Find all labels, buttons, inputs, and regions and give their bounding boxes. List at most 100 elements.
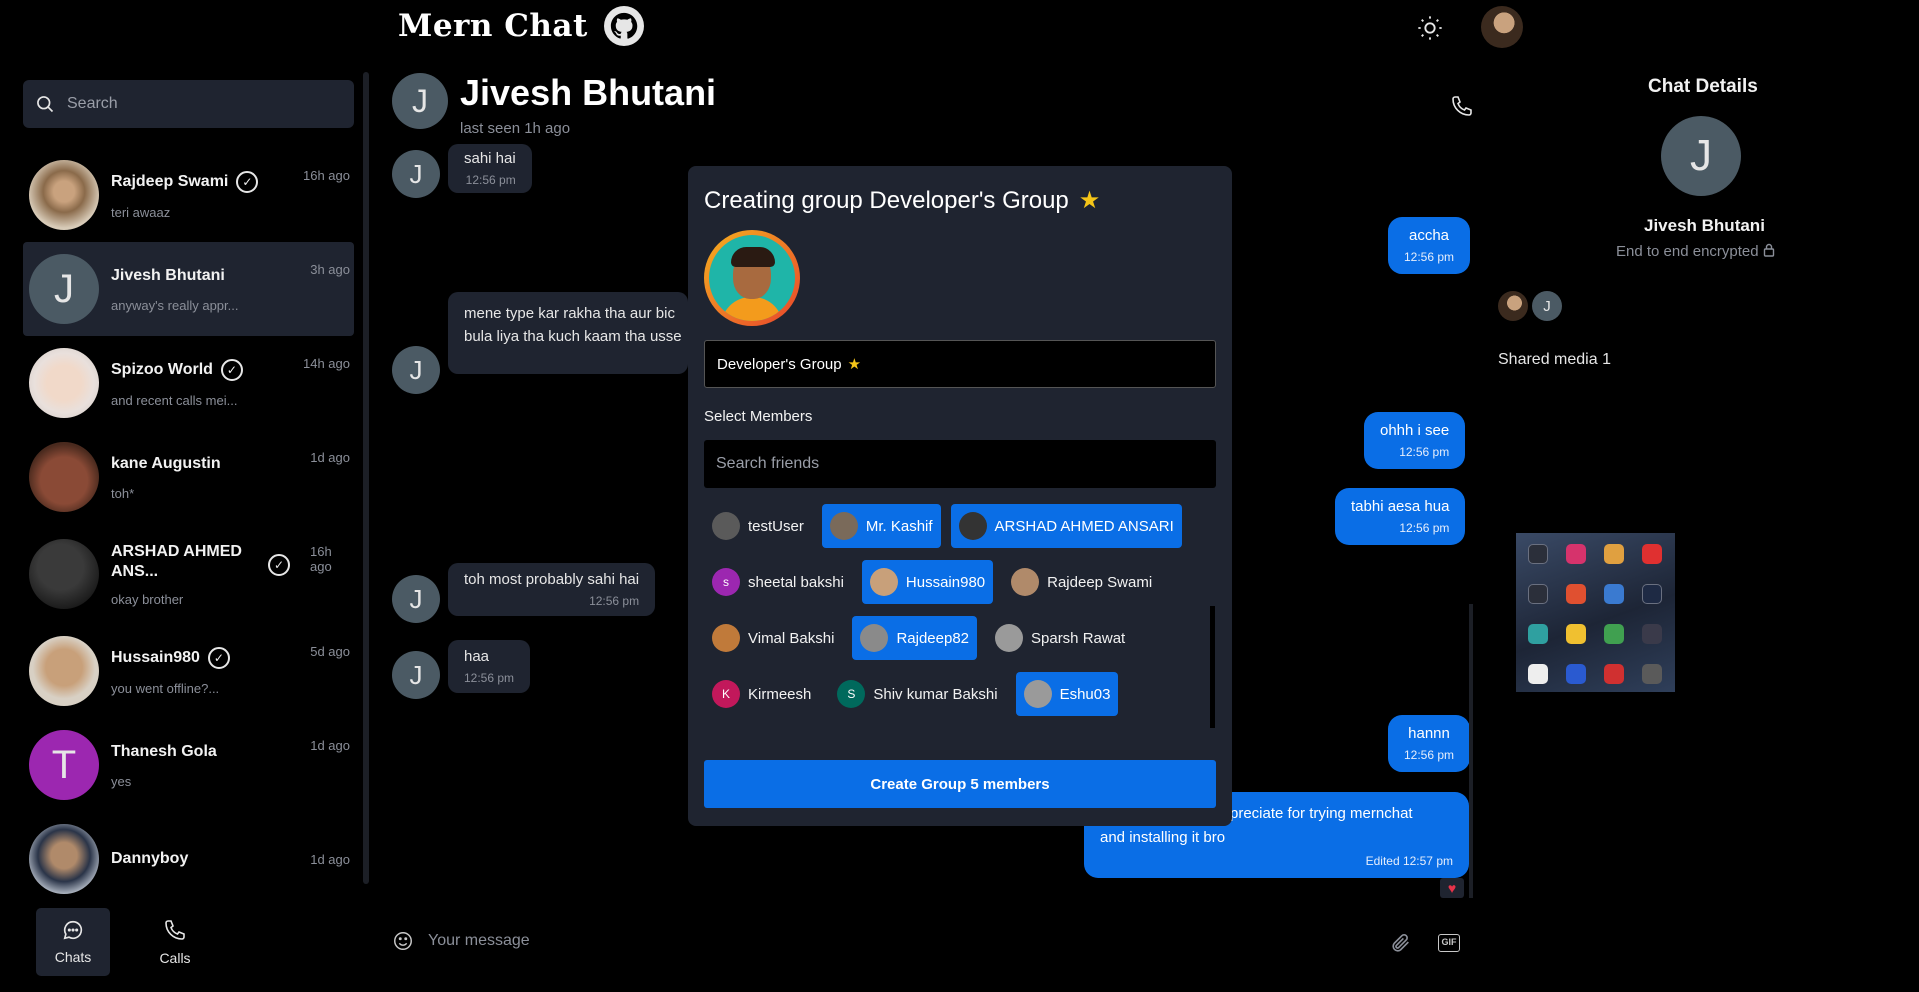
chat-list-item[interactable]: J Jivesh Bhutani anyway's really appr...… [23, 242, 354, 336]
friend-avatar [995, 624, 1023, 652]
modal-title: Creating group Developer's Group ★ [704, 186, 1100, 215]
chat-time: 16h ago [303, 168, 350, 183]
details-members: J [1498, 291, 1562, 321]
chat-name: kane Augustin [111, 454, 221, 472]
chat-name: Spizoo World [111, 360, 213, 378]
sidebar-search[interactable]: Search [23, 80, 354, 128]
friend-name: Kirmeesh [748, 685, 812, 703]
friend-chip[interactable]: K Kirmeesh [704, 672, 819, 716]
chat-list-item[interactable]: T Thanesh Gola yes 1d ago [23, 718, 354, 812]
avatar [29, 539, 99, 609]
friend-name: Eshu03 [1059, 685, 1111, 703]
friend-name: Vimal Bakshi [748, 629, 835, 647]
message-avatar: J [392, 651, 440, 699]
chat-header-status: last seen 1h ago [460, 120, 571, 137]
friend-name: Mr. Kashif [865, 517, 933, 535]
group-avatar[interactable] [704, 230, 800, 326]
details-title: Chat Details [1648, 76, 1758, 97]
chat-list-item[interactable]: Spizoo World ✓ and recent calls mei... 14… [23, 336, 354, 430]
member-avatar[interactable] [1498, 291, 1528, 321]
details-name: Jivesh Bhutani [1644, 216, 1765, 235]
chat-time: 1d ago [310, 852, 350, 867]
avatar [29, 442, 99, 512]
nav-chats-label: Chats [54, 949, 92, 965]
chat-name: Dannyboy [111, 850, 189, 867]
chat-list: Rajdeep Swami ✓ teri awaaz 16h ago J Jive… [23, 148, 354, 906]
friend-avatar [712, 624, 740, 652]
message-time: 12:56 pm [1399, 445, 1450, 459]
call-phone-icon[interactable] [1450, 94, 1474, 118]
chat-list-item[interactable]: Dannyboy 1d ago [23, 812, 354, 906]
member-avatar[interactable]: J [1532, 291, 1562, 321]
shared-media-label: Shared media 1 [1498, 351, 1611, 368]
chat-list-item[interactable]: kane Augustin toh* 1d ago [23, 430, 354, 524]
friend-chip[interactable]: s sheetal bakshi [704, 560, 852, 604]
message-avatar: J [392, 575, 440, 623]
chat-list-item[interactable]: Rajdeep Swami ✓ teri awaaz 16h ago [23, 148, 354, 242]
chat-list-item[interactable]: Hussain980 ✓ you went offline?... 5d ago [23, 624, 354, 718]
chat-time: 1d ago [310, 450, 350, 465]
sidebar-scrollbar[interactable] [363, 72, 369, 884]
friend-chip-selected[interactable]: Hussain980 [861, 560, 994, 604]
friend-avatar [712, 512, 740, 540]
friend-chip[interactable]: testUser [704, 504, 812, 548]
chat-name: Thanesh Gola [111, 742, 217, 760]
group-name-input[interactable]: Developer's Group ★ [704, 340, 1216, 388]
message-bubble-out: ohhh i see 12:56 pm [1364, 412, 1466, 469]
message-bubble: sahi hai 12:56 pm [448, 144, 532, 193]
profile-avatar[interactable] [1481, 6, 1523, 48]
message-text-line: mene type kar rakha tha aur bic [464, 305, 675, 322]
nav-calls[interactable]: Calls [138, 908, 212, 976]
message-text-line: bula liya tha kuch kaam tha usse [464, 328, 682, 345]
star-emoji-icon: ★ [1078, 187, 1101, 214]
chat-preview: okay brother [111, 591, 184, 607]
friend-chip-selected[interactable]: Rajdeep82 [852, 616, 977, 660]
friend-chip-selected[interactable]: ARSHAD AHMED ANSARI [950, 504, 1182, 548]
heart-reaction-icon[interactable]: ♥ [1440, 878, 1464, 898]
emoji-icon[interactable] [392, 930, 414, 952]
modal-title-text: Creating group Developer's Group [704, 186, 1069, 214]
message-time: 12:56 pm [1404, 748, 1455, 762]
message-input[interactable]: Your message [428, 932, 530, 950]
shared-media-thumbnail[interactable] [1516, 533, 1675, 692]
nav-chats[interactable]: Chats [36, 908, 110, 976]
attach-paperclip-icon[interactable] [1390, 932, 1412, 959]
group-name-value: Developer's Group [717, 355, 842, 373]
friend-name: Rajdeep Swami [1047, 573, 1153, 591]
bottom-nav: Chats Calls [36, 908, 212, 976]
friend-chip[interactable]: Rajdeep Swami [1003, 560, 1160, 604]
chat-name: ARSHAD AHMED ANS... [111, 542, 242, 580]
friend-avatar [860, 624, 889, 652]
message-avatar: J [392, 346, 440, 394]
message-text: ohhh i see [1380, 422, 1450, 439]
friend-chip-selected[interactable]: Eshu03 [1015, 672, 1119, 716]
message-bubble-out: tabhi aesa hua 12:56 pm [1335, 488, 1466, 545]
chat-preview: toh* [111, 485, 135, 501]
create-group-modal: Creating group Developer's Group ★ Devel… [688, 166, 1232, 826]
messages-scrollbar[interactable] [1469, 604, 1473, 898]
message-text: haa [464, 648, 490, 665]
message-bubble: mene type kar rakha tha aur bic bula liy… [448, 292, 688, 374]
friend-avatar [829, 512, 858, 540]
friend-chip[interactable]: Vimal Bakshi [704, 616, 842, 660]
friends-list: testUser Mr. Kashif ARSHAD AHMED ANSARI … [704, 504, 1204, 716]
github-icon[interactable] [603, 6, 644, 46]
chat-list-item[interactable]: ARSHAD AHMED ANS... okay brother ✓ 16h a… [23, 524, 354, 624]
chat-header-avatar[interactable]: J [392, 73, 448, 129]
chat-preview: you went offline?... [111, 680, 220, 696]
friend-avatar [1023, 680, 1052, 708]
message-bubble-out: accha 12:56 pm [1388, 217, 1471, 274]
friend-chip[interactable]: Sparsh Rawat [987, 616, 1133, 660]
sidebar-search-placeholder: Search [67, 95, 118, 112]
create-group-button[interactable]: Create Group 5 members [704, 760, 1216, 808]
theme-toggle-sun-icon[interactable] [1416, 14, 1444, 42]
phone-icon [165, 920, 185, 940]
search-friends-input[interactable]: Search friends [704, 440, 1216, 488]
friend-chip[interactable]: S Shiv kumar Bakshi [829, 672, 1005, 716]
chat-preview: teri awaaz [111, 204, 171, 220]
gif-icon[interactable]: GIF [1438, 934, 1460, 952]
message-time: 12:56 pm [465, 173, 516, 187]
friends-scrollbar[interactable] [1210, 606, 1215, 728]
friend-chip-selected[interactable]: Mr. Kashif [821, 504, 941, 548]
message-time: 12:56 pm [589, 594, 640, 608]
